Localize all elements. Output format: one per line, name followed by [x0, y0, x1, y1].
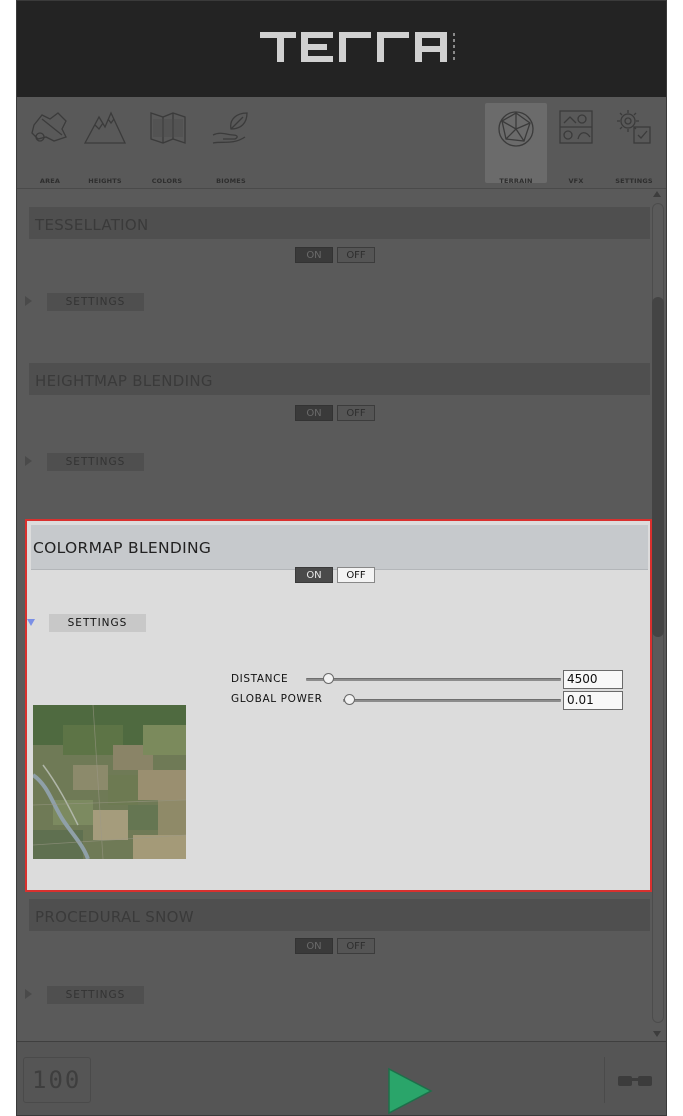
tool-label: HEIGHTS [88, 177, 122, 185]
progress-area [99, 1057, 599, 1115]
scroll-down-arrow-icon[interactable] [653, 1031, 661, 1037]
settings-button[interactable]: SETTINGS [47, 986, 144, 1004]
tool-vfx[interactable]: VFX [553, 103, 599, 185]
distance-input[interactable]: 4500 [563, 670, 623, 689]
tool-biomes[interactable]: BIOMES [201, 103, 261, 185]
terra-logo [260, 32, 455, 62]
section-header-colormap-blending: COLORMAP BLENDING [31, 525, 648, 570]
scroll-thumb[interactable] [652, 297, 664, 637]
section-header-tessellation: TESSELLATION [29, 207, 652, 239]
gears-icon [617, 110, 651, 144]
terrain-mesh-icon [498, 111, 534, 147]
counter-value: 100 [32, 1066, 82, 1094]
distance-slider-knob[interactable] [323, 673, 334, 684]
vfx-icon [559, 110, 593, 144]
expand-arrow-icon[interactable] [25, 456, 32, 466]
tool-label: BIOMES [216, 177, 246, 185]
tool-label: VFX [568, 177, 584, 185]
colormap-toggle: ON OFF [295, 567, 377, 583]
settings-button[interactable]: SETTINGS [47, 453, 144, 471]
bottom-status-bar: 100 [17, 1041, 666, 1115]
map-icon [150, 112, 186, 144]
collapse-arrow-icon[interactable] [27, 619, 35, 626]
play-icon[interactable] [385, 1067, 433, 1115]
colormap-blending-section: COLORMAP BLENDING ON OFF SETTINGS DISTAN… [25, 519, 652, 892]
global-power-slider[interactable] [343, 699, 561, 702]
vertical-scrollbar[interactable] [650, 189, 666, 1041]
settings-button[interactable]: SETTINGS [47, 293, 144, 311]
section-title: PROCEDURAL SNOW [35, 908, 194, 926]
toggle-off-button[interactable]: OFF [337, 247, 375, 263]
tool-settings[interactable]: SETTINGS [605, 103, 663, 185]
global-power-slider-knob[interactable] [344, 694, 355, 705]
tessellation-toggle: ON OFF [295, 247, 377, 263]
colormap-thumbnail [33, 705, 186, 859]
toggle-on-button[interactable]: ON [295, 938, 333, 954]
tool-terrain[interactable]: TERRAIN [485, 103, 547, 185]
tool-label: TERRAIN [499, 177, 533, 185]
toggle-off-button[interactable]: OFF [337, 405, 375, 421]
tool-area[interactable]: AREA [25, 103, 75, 185]
scroll-up-arrow-icon[interactable] [653, 191, 661, 197]
toggle-on-button[interactable]: ON [295, 247, 333, 263]
toggle-on-button[interactable]: ON [295, 405, 333, 421]
leaf-hand-icon [212, 112, 248, 144]
tool-label: COLORS [151, 177, 183, 185]
toggle-on-button[interactable]: ON [295, 567, 333, 583]
global-power-input[interactable]: 0.01 [563, 691, 623, 710]
settings-button[interactable]: SETTINGS [49, 614, 146, 632]
glasses-icon-button[interactable] [604, 1057, 660, 1103]
section-title: TESSELLATION [35, 216, 149, 234]
mountain-icon [83, 111, 127, 144]
section-title: HEIGHTMAP BLENDING [35, 372, 213, 390]
distance-slider[interactable] [306, 678, 561, 681]
snow-toggle: ON OFF [295, 938, 377, 954]
heightmap-toggle: ON OFF [295, 405, 377, 421]
toggle-off-button[interactable]: OFF [337, 567, 375, 583]
tool-label: SETTINGS [615, 177, 653, 185]
expand-arrow-icon[interactable] [25, 296, 32, 306]
main-toolbar: AREA HEIGHTS COLORS BIOMES TERRAIN VFX S… [17, 97, 666, 189]
distance-label: DISTANCE [231, 673, 289, 685]
section-header-procedural-snow: PROCEDURAL SNOW [29, 899, 652, 931]
glasses-icon[interactable] [615, 1070, 655, 1090]
tool-colors[interactable]: COLORS [139, 103, 195, 185]
terra-window: AREA HEIGHTS COLORS BIOMES TERRAIN VFX S… [16, 0, 667, 1116]
counter-display: 100 [23, 1057, 91, 1103]
section-title: COLORMAP BLENDING [33, 539, 212, 557]
global-power-label: GLOBAL POWER [231, 693, 323, 705]
tool-heights[interactable]: HEIGHTS [79, 103, 131, 185]
area-icon [31, 112, 67, 142]
section-header-heightmap-blending: HEIGHTMAP BLENDING [29, 363, 652, 395]
expand-arrow-icon[interactable] [25, 989, 32, 999]
app-header [17, 1, 666, 97]
toggle-off-button[interactable]: OFF [337, 938, 375, 954]
tool-label: AREA [39, 177, 61, 185]
